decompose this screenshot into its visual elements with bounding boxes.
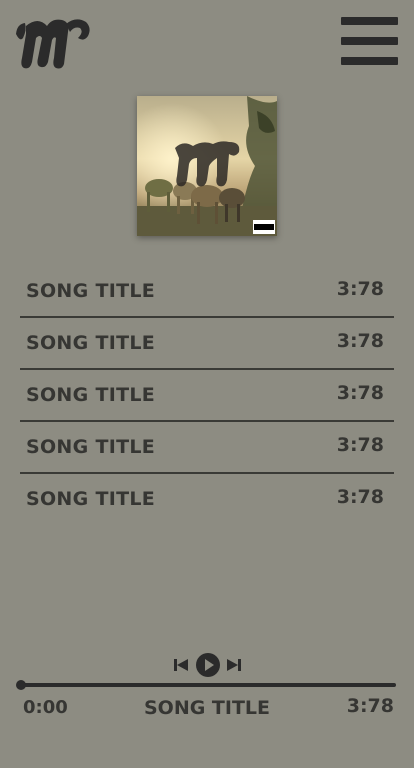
track-title: SONG TITLE xyxy=(26,384,156,406)
brand-logo[interactable] xyxy=(14,14,92,72)
album-cover xyxy=(137,96,277,236)
play-icon[interactable] xyxy=(195,652,221,678)
skip-next-icon[interactable] xyxy=(225,652,243,678)
progress-bar[interactable] xyxy=(20,683,396,687)
track-title: SONG TITLE xyxy=(26,436,156,458)
track-duration: 3:78 xyxy=(336,486,384,508)
player-controls xyxy=(172,652,244,678)
app-header xyxy=(0,0,414,80)
track-title: SONG TITLE xyxy=(26,332,156,354)
track-title: SONG TITLE xyxy=(26,488,156,510)
track-duration: 3:78 xyxy=(336,382,384,404)
track-row[interactable]: SONG TITLE 3:78 xyxy=(20,422,394,474)
skip-previous-icon[interactable] xyxy=(172,652,190,678)
track-row[interactable]: SONG TITLE 3:78 xyxy=(20,318,394,370)
track-list: SONG TITLE 3:78 SONG TITLE 3:78 SONG TIT… xyxy=(20,266,394,524)
track-duration: 3:78 xyxy=(336,434,384,456)
progress-knob[interactable] xyxy=(16,680,26,690)
track-row[interactable]: SONG TITLE 3:78 xyxy=(20,266,394,318)
track-duration: 3:78 xyxy=(336,278,384,300)
album-cover-image xyxy=(137,96,277,236)
hamburger-menu-icon xyxy=(341,17,398,25)
track-row[interactable]: SONG TITLE 3:78 xyxy=(20,474,394,524)
elapsed-time: 0:00 xyxy=(23,697,68,718)
hamburger-menu-button[interactable] xyxy=(341,17,398,65)
track-duration: 3:78 xyxy=(336,330,384,352)
track-row[interactable]: SONG TITLE 3:78 xyxy=(20,370,394,422)
total-time: 3:78 xyxy=(346,695,394,717)
track-title: SONG TITLE xyxy=(26,280,156,302)
